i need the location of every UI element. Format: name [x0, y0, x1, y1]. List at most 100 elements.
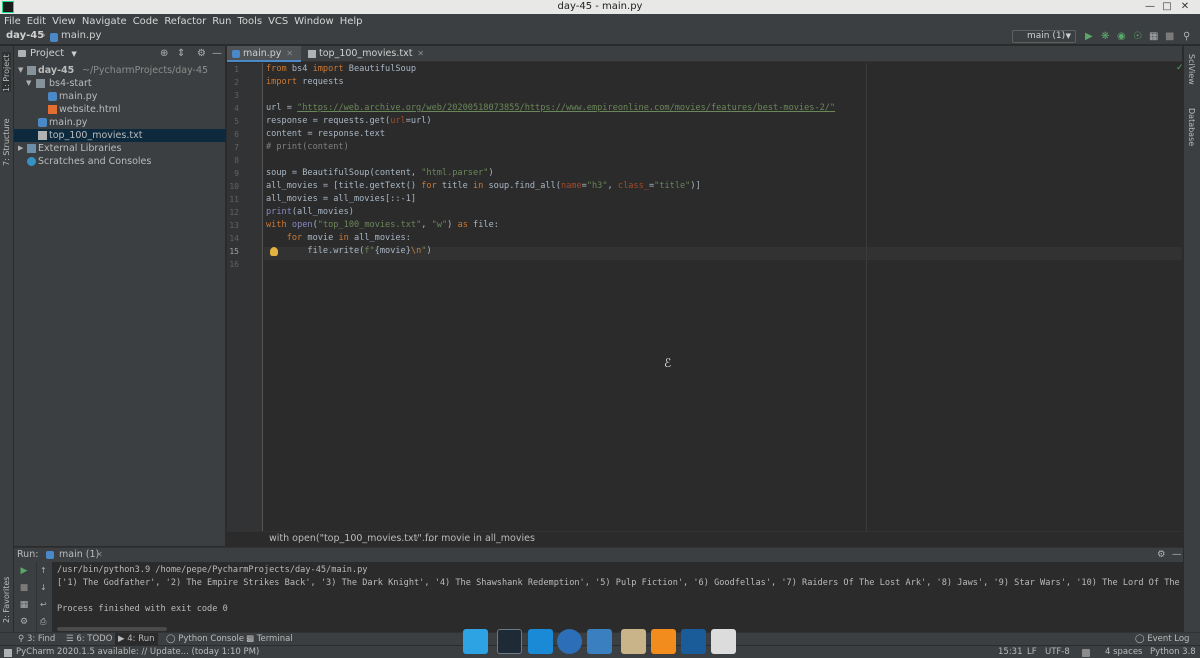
menu-view[interactable]: View	[52, 16, 76, 27]
search-everywhere-icon[interactable]: ⚲	[1183, 31, 1190, 42]
hide-icon[interactable]: —	[212, 46, 222, 62]
arrow-down-icon[interactable]: ↓	[40, 583, 47, 592]
close-icon[interactable]: ✕	[96, 548, 103, 562]
layout-icon[interactable]: ▦	[18, 600, 30, 610]
soft-wrap-icon[interactable]: ↩	[40, 600, 47, 609]
nav-file[interactable]: main.py	[61, 30, 101, 41]
arrow-up-icon[interactable]: ↑	[40, 566, 47, 575]
locate-icon[interactable]: ⊕	[160, 46, 168, 62]
desktop-icon[interactable]	[463, 629, 488, 654]
status-message[interactable]: PyCharm 2020.1.5 available: // Update...…	[16, 646, 259, 658]
stop-icon[interactable]: ■	[18, 583, 30, 593]
menu-navigate[interactable]: Navigate	[82, 16, 127, 27]
virtualbox-app-icon[interactable]	[651, 629, 676, 654]
lightbulb-icon[interactable]	[270, 247, 278, 256]
python-file-icon	[50, 33, 58, 42]
chevron-right-icon[interactable]: ▶	[18, 142, 23, 155]
tree-item-day-45[interactable]: ▼ day-45 ~/PycharmProjects/day-45	[14, 64, 226, 77]
status-line-separator[interactable]: LF	[1027, 646, 1037, 658]
browser-app-icon[interactable]	[557, 629, 582, 654]
url-string[interactable]: "https://web.archive.org/web/20200518073…	[297, 103, 835, 113]
gear-icon[interactable]: ⚙	[1157, 548, 1166, 562]
debug-icon[interactable]: ❋	[1101, 31, 1109, 42]
favorites-tool-button[interactable]: 2: Favorites	[2, 571, 11, 623]
code-line-14[interactable]: for movie in all_movies:	[266, 232, 411, 245]
code-line-5[interactable]: response = requests.get(url=url)	[266, 115, 432, 128]
menu-vcs[interactable]: VCS	[268, 16, 288, 27]
print-icon[interactable]: ⎙	[40, 617, 46, 627]
close-icon[interactable]: ✕	[1178, 0, 1192, 14]
code-line-13[interactable]: with open("top_100_movies.txt", "w") as …	[266, 219, 499, 232]
pin-icon[interactable]: ⚙	[18, 617, 30, 627]
tree-item-website-html[interactable]: website.html	[14, 103, 226, 116]
terminal-app-icon[interactable]	[497, 629, 522, 654]
menu-window[interactable]: Window	[294, 16, 333, 27]
database-tool-button[interactable]: Database	[1187, 108, 1196, 152]
status-interpreter[interactable]: Python 3.8	[1150, 646, 1196, 658]
phone-app-icon[interactable]	[528, 629, 553, 654]
tree-item-bs4-start[interactable]: ▼ bs4-start	[14, 77, 226, 90]
tree-item-top-100-movies-txt[interactable]: top_100_movies.txt	[14, 129, 226, 142]
code-line-12[interactable]: print(all_movies)	[266, 206, 354, 219]
tree-item-scratches[interactable]: Scratches and Consoles	[14, 155, 226, 168]
gear-icon[interactable]: ⚙	[197, 46, 206, 62]
chevron-down-icon[interactable]: ▼	[26, 77, 31, 90]
code-line-10[interactable]: all_movies = [title.getText() for title …	[266, 180, 701, 193]
sciview-tool-button[interactable]: SciView	[1187, 54, 1196, 94]
tab-top-100-movies[interactable]: top_100_movies.txt ✕	[303, 46, 424, 62]
status-indent[interactable]: 4 spaces	[1105, 646, 1142, 658]
settings-app-icon[interactable]	[711, 629, 736, 654]
rerun-icon[interactable]: ▶	[18, 566, 30, 576]
menu-run[interactable]: Run	[212, 16, 231, 27]
code-line-11[interactable]: all_movies = all_movies[::-1]	[266, 193, 416, 206]
project-tool-button[interactable]: 1: Project	[2, 52, 11, 92]
code-line-1[interactable]: from bs4 import BeautifulSoup	[266, 63, 416, 76]
code-line-9[interactable]: soup = BeautifulSoup(content, "html.pars…	[266, 167, 494, 180]
code-line-4[interactable]: url = "https://web.archive.org/web/20200…	[266, 102, 835, 115]
horizontal-scrollbar[interactable]	[57, 627, 167, 631]
tree-item-main-py[interactable]: main.py	[14, 90, 226, 103]
status-encoding[interactable]: UTF-8	[1045, 646, 1070, 658]
structure-tool-button[interactable]: 7: Structure	[2, 114, 11, 166]
lock-icon[interactable]	[1082, 649, 1090, 657]
keyword: import	[266, 77, 298, 87]
stop-icon[interactable]: ■	[1165, 31, 1174, 42]
menu-refactor[interactable]: Refactor	[164, 16, 206, 27]
code-line-6[interactable]: content = response.text	[266, 128, 385, 141]
run-configuration-select[interactable]: main (1) ▼	[1012, 30, 1076, 43]
code-editor[interactable]	[264, 63, 1182, 531]
minimize-icon[interactable]: —	[1143, 0, 1157, 14]
menu-help[interactable]: Help	[340, 16, 363, 27]
menu-tools[interactable]: Tools	[237, 16, 262, 27]
system-monitor-app-icon[interactable]	[681, 629, 706, 654]
files-app-icon[interactable]	[621, 629, 646, 654]
close-icon[interactable]: ✕	[286, 49, 293, 58]
run-icon[interactable]: ▶	[1085, 31, 1093, 42]
run-tab[interactable]: main (1)	[59, 548, 99, 562]
code-line-7-comment[interactable]: # print(content)	[266, 141, 349, 154]
coverage-icon[interactable]: ◉	[1117, 31, 1126, 42]
menu-code[interactable]: Code	[133, 16, 159, 27]
profile-icon[interactable]: ☉	[1133, 31, 1142, 42]
nav-project[interactable]: day-45	[6, 30, 44, 41]
code-token: (all_movies)	[291, 207, 354, 217]
chevron-down-icon[interactable]: ▼	[71, 50, 76, 58]
breadcrumb-with[interactable]: with open("top_100_movies.txt"....	[269, 532, 434, 546]
menu-edit[interactable]: Edit	[27, 16, 46, 27]
status-caret-position[interactable]: 15:31	[998, 646, 1023, 658]
tree-item-external-libraries[interactable]: ▶ External Libraries	[14, 142, 226, 155]
chevron-down-icon[interactable]: ▼	[18, 64, 23, 77]
code-line-2[interactable]: import requests	[266, 76, 344, 89]
hide-icon[interactable]: —	[1172, 548, 1182, 562]
maximize-icon[interactable]: □	[1160, 0, 1174, 14]
magnifier-app-icon[interactable]	[587, 629, 612, 654]
close-icon[interactable]: ✕	[417, 49, 424, 58]
menu-file[interactable]: File	[4, 16, 21, 27]
code-line-15[interactable]: file.write(f"{movie}\n")	[266, 245, 431, 258]
build-icon[interactable]: ▦	[1149, 31, 1158, 42]
breadcrumb-for[interactable]: for movie in all_movies	[425, 532, 535, 546]
collapse-all-icon[interactable]: ⇕	[177, 46, 185, 62]
project-panel-title[interactable]: Project	[30, 48, 64, 59]
tree-item-main-py[interactable]: main.py	[14, 116, 226, 129]
tab-main-py[interactable]: main.py ✕	[227, 46, 301, 62]
